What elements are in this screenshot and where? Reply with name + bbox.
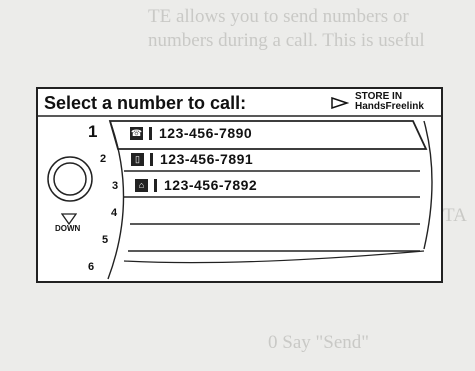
row-number-3: 3 xyxy=(112,180,119,192)
entry-number: 123-456-7892 xyxy=(164,177,258,193)
background-text-line2: numbers during a call. This is useful xyxy=(148,30,425,51)
navigation-screen: Select a number to call: STORE IN HandsF… xyxy=(36,87,443,283)
selector-knob-icon[interactable] xyxy=(46,155,94,203)
home-phone-icon: ⌂ xyxy=(135,179,148,192)
mobile-phone-icon: ▯ xyxy=(131,153,144,166)
entry-number: 123-456-7891 xyxy=(160,151,254,167)
entry-divider xyxy=(154,179,157,192)
row-number-6: 6 xyxy=(88,261,95,273)
entry-divider xyxy=(150,153,153,166)
row-number-1: 1 xyxy=(88,122,98,141)
background-text-line1: TE allows you to send numbers or xyxy=(148,6,409,27)
entry-divider xyxy=(149,127,152,140)
entry-number: 123-456-7890 xyxy=(159,125,253,141)
row-number-5: 5 xyxy=(102,234,109,246)
row-number-2: 2 xyxy=(100,153,107,165)
background-text-line3: TA xyxy=(443,205,467,226)
background-text-line4: 0 Say "Send" xyxy=(268,332,370,353)
down-label: DOWN xyxy=(55,224,81,233)
phone-book-icon: ☎ xyxy=(130,127,143,140)
row-number-4: 4 xyxy=(111,207,118,219)
